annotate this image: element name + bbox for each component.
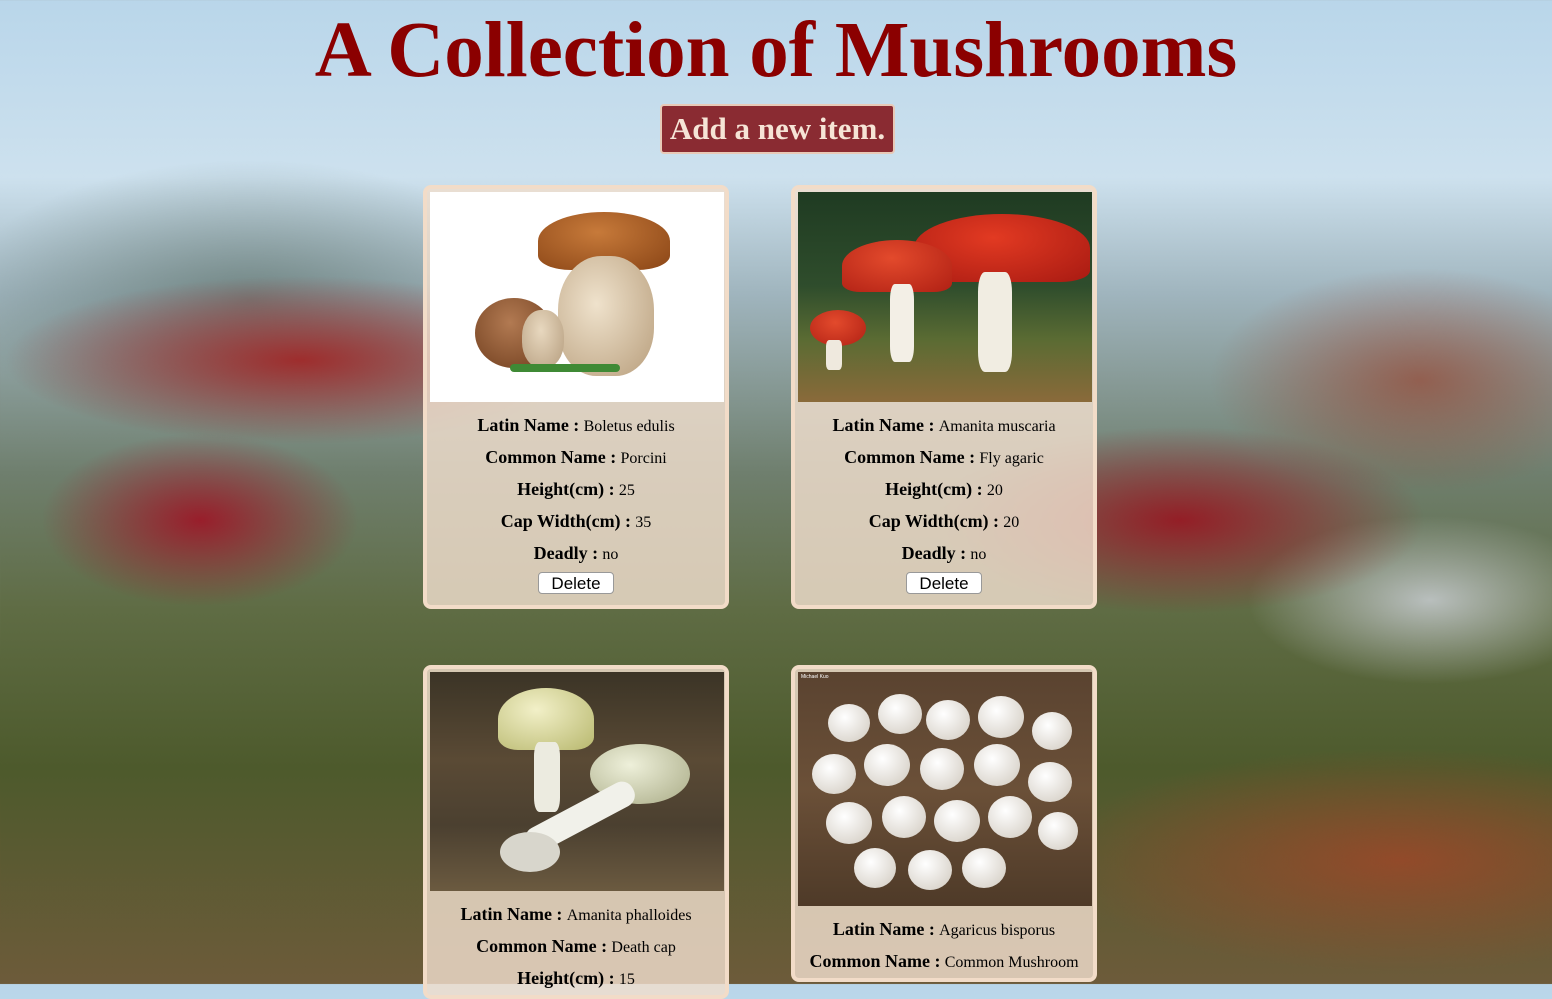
photo-credit: Michael Kuo — [801, 674, 829, 680]
delete-button[interactable]: Delete — [538, 572, 614, 594]
common-name-row: Common Name : Porcini — [485, 447, 667, 467]
common-name-value: Common Mushroom — [944, 954, 1079, 971]
common-name-row: Common Name : Fly agaric — [844, 447, 1044, 467]
height-value: 20 — [986, 482, 1003, 499]
mushroom-card: Latin Name : Boletus edulis Common Name … — [423, 185, 729, 609]
mushroom-card: Latin Name : Amanita muscaria Common Nam… — [791, 185, 1097, 609]
cap-width-row: Cap Width(cm) : 20 — [868, 511, 1020, 531]
deadly-row: Deadly : no — [533, 543, 619, 563]
latin-name-value: Agaricus bisporus — [939, 922, 1056, 939]
latin-name-row: Latin Name : Amanita phalloides — [460, 904, 692, 924]
cap-width-value: 35 — [635, 514, 652, 531]
mushroom-card: Michael Kuo Latin Name : Agaricus bispor… — [791, 665, 1097, 982]
button-mushroom-photo: Michael Kuo — [798, 672, 1092, 906]
page-title: A Collection of Mushrooms — [314, 7, 1238, 94]
deadly-value: no — [602, 546, 619, 563]
height-value: 15 — [618, 971, 635, 988]
common-name-value: Fly agaric — [979, 450, 1044, 467]
porcini-photo — [430, 192, 724, 402]
latin-name-value: Boletus edulis — [583, 418, 675, 435]
deadly-row: Deadly : no — [901, 543, 987, 563]
mushroom-card: Latin Name : Amanita phalloides Common N… — [423, 665, 729, 999]
add-new-item-button[interactable]: Add a new item. — [660, 104, 895, 154]
deadly-value: no — [970, 546, 987, 563]
common-name-row: Common Name : Death cap — [476, 936, 676, 956]
delete-button[interactable]: Delete — [906, 572, 982, 594]
cap-width-value: 20 — [1003, 514, 1020, 531]
death-cap-photo — [430, 672, 724, 891]
fly-agaric-photo — [798, 192, 1092, 402]
latin-name-row: Latin Name : Amanita muscaria — [832, 415, 1056, 435]
height-row: Height(cm) : 20 — [885, 479, 1003, 499]
height-row: Height(cm) : 25 — [517, 479, 635, 499]
latin-name-row: Latin Name : Boletus edulis — [477, 415, 675, 435]
height-row: Height(cm) : 15 — [517, 968, 635, 988]
common-name-row: Common Name : Common Mushroom — [809, 951, 1079, 971]
latin-name-value: Amanita phalloides — [566, 907, 692, 924]
latin-name-row: Latin Name : Agaricus bisporus — [832, 919, 1056, 939]
common-name-value: Death cap — [611, 939, 676, 956]
common-name-value: Porcini — [620, 450, 667, 467]
height-value: 25 — [618, 482, 635, 499]
cap-width-row: Cap Width(cm) : 35 — [500, 511, 652, 531]
latin-name-value: Amanita muscaria — [938, 418, 1056, 435]
